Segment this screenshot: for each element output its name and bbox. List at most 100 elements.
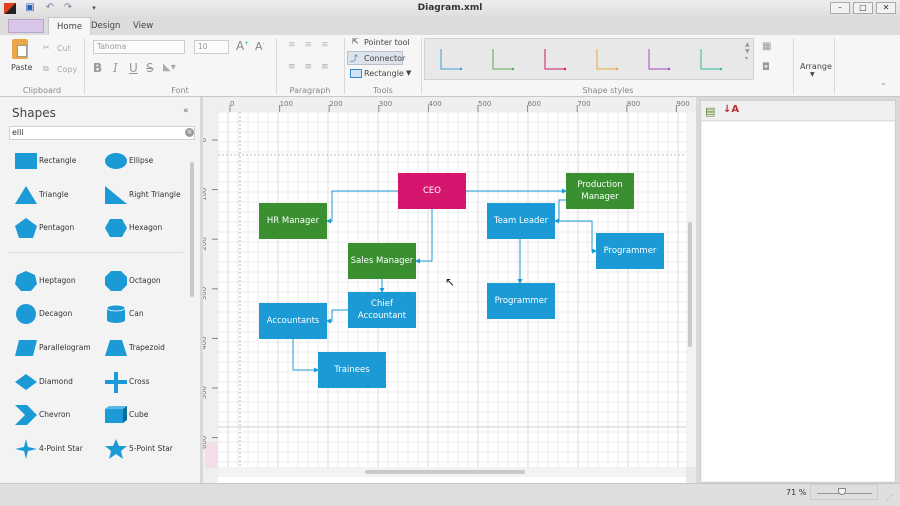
customize-dropdown-icon[interactable]: ▾ — [88, 2, 100, 14]
node-chief[interactable]: Chief Accountant — [348, 292, 416, 328]
node-prog1[interactable]: Programmer — [596, 233, 664, 269]
zoom-level: 71 % — [786, 488, 807, 497]
underline-button[interactable]: U — [129, 61, 138, 75]
clear-search-icon[interactable]: × — [185, 128, 194, 137]
arrange-button[interactable]: Arrange — [800, 62, 832, 71]
vertical-align-icons[interactable]: ≡≡≡ — [288, 40, 338, 50]
collapse-panel-icon[interactable]: « — [183, 106, 189, 116]
tab-design[interactable]: Design — [83, 17, 128, 35]
strikethrough-button[interactable]: S — [146, 61, 154, 75]
node-hr[interactable]: HR Manager — [259, 203, 327, 239]
shape-item-triangle[interactable]: Triangle — [12, 184, 100, 206]
shape-item-ellipse[interactable]: Ellipse — [102, 150, 190, 172]
shape-item-star4[interactable]: 4-Point Star — [12, 438, 100, 460]
shape-item-hexagon[interactable]: Hexagon — [102, 217, 190, 239]
shape-item-parallelogram[interactable]: Parallelogram — [12, 337, 100, 359]
shape-item-decagon[interactable]: Decagon — [12, 303, 100, 325]
shape-style-option[interactable] — [440, 49, 461, 70]
node-prog2[interactable]: Programmer — [487, 283, 555, 319]
zoom-slider[interactable] — [810, 484, 878, 500]
gallery-scroll-icons[interactable]: ▲ ▼ ▾ — [745, 41, 750, 62]
shape-item-heptagon[interactable]: Heptagon — [12, 270, 100, 292]
maximize-button[interactable]: □ — [853, 2, 873, 14]
grow-font-icon[interactable]: A+ — [236, 39, 249, 53]
font-size-select[interactable]: 10 — [194, 40, 229, 54]
shape-style-option[interactable] — [492, 49, 513, 70]
shape-item-label: Can — [129, 309, 144, 319]
cross-icon — [105, 371, 127, 393]
shape-item-trapezoid[interactable]: Trapezoid — [102, 337, 190, 359]
horizontal-align-icons[interactable]: ≡≡≡ — [288, 62, 338, 72]
diagram-canvas[interactable]: 0 100 200 300 400 500 600 700 800 900 0 100 200 300 40… — [203, 97, 696, 483]
tab-view[interactable]: View — [125, 17, 161, 35]
shape-item-octagon[interactable]: Octagon — [102, 270, 190, 292]
categorized-view-icon[interactable]: ▤ — [705, 105, 715, 118]
cut-button[interactable]: Cut — [57, 44, 71, 53]
shape-item-pentagon[interactable]: Pentagon — [12, 217, 100, 239]
sort-alphabetical-icon[interactable]: ↓A — [723, 104, 739, 115]
shape-style-option[interactable] — [596, 49, 617, 70]
paste-icon[interactable] — [12, 39, 28, 59]
undo-icon[interactable]: ↶ — [44, 2, 56, 14]
copy-icon: ⧉ — [43, 64, 49, 73]
shape-item-label: 4-Point Star — [39, 443, 83, 453]
font-color-icon[interactable]: ◣▾ — [163, 62, 176, 73]
paste-button[interactable]: Paste — [11, 63, 33, 72]
connector-line[interactable] — [555, 220, 597, 254]
arrange-dropdown-icon[interactable]: ▼ — [810, 71, 815, 78]
resize-grip-icon[interactable]: ⋰ — [886, 494, 893, 502]
pentagon-icon — [15, 218, 37, 239]
collapse-ribbon-icon[interactable]: ⌃ — [880, 82, 887, 91]
close-button[interactable]: ✕ — [876, 2, 896, 14]
shape-item-chevron[interactable]: Chevron — [12, 404, 100, 426]
ruler-tick-label: 200 — [203, 237, 208, 250]
node-team[interactable]: Team Leader — [487, 203, 555, 239]
shape-item-can[interactable]: Can — [102, 303, 190, 325]
shape-item-diamond[interactable]: Diamond — [12, 371, 100, 393]
bold-button[interactable]: B — [93, 61, 102, 75]
heptagon-icon — [15, 270, 37, 291]
ruler-tick-label: 200 — [329, 100, 342, 108]
cut-icon: ✂ — [43, 43, 50, 52]
ruler-tick-label: 400 — [203, 336, 208, 349]
node-train[interactable]: Trainees — [318, 352, 386, 388]
shape-style-option[interactable] — [648, 49, 669, 70]
shape-item-star5[interactable]: 5-Point Star — [102, 438, 190, 460]
rectangle-tool-button[interactable]: Rectangle — [364, 69, 404, 78]
minimize-button[interactable]: – — [830, 2, 850, 14]
tools-group-label: Tools — [373, 86, 393, 95]
node-ceo[interactable]: CEO — [398, 173, 466, 209]
shape-style-option[interactable] — [544, 49, 565, 70]
shape-item-cross[interactable]: Cross — [102, 371, 190, 393]
shape-options-icon[interactable]: ◘ — [762, 62, 770, 73]
shape-item-rectangle[interactable]: Rectangle — [12, 150, 100, 172]
shape-styles-gallery[interactable]: ▲ ▼ ▾ — [424, 38, 754, 80]
pointer-tool-button[interactable]: Pointer tool — [364, 38, 410, 47]
italic-button[interactable]: I — [113, 61, 118, 75]
ruler-tick-label: 600 — [203, 436, 208, 449]
shapes-search-input[interactable]: elli — [9, 126, 195, 140]
clipboard-group-label: Clipboard — [22, 86, 62, 95]
can-icon — [106, 305, 126, 324]
node-prod[interactable]: Production Manager — [566, 173, 634, 209]
shape-style-option[interactable] — [700, 49, 721, 70]
ruler-tick-label: 600 — [528, 100, 541, 108]
shrink-font-icon[interactable]: A- — [255, 40, 265, 53]
grid-layout-icon[interactable]: ▦ — [762, 41, 771, 52]
connector-line[interactable] — [554, 199, 566, 224]
node-sales[interactable]: Sales Manager — [348, 243, 416, 279]
shape-item-cube[interactable]: Cube — [102, 404, 190, 426]
hexagon-icon — [105, 219, 127, 238]
connector-line[interactable] — [292, 339, 319, 373]
redo-icon[interactable]: ↷ — [62, 2, 74, 14]
shape-item-right-triangle[interactable]: Right Triangle — [102, 184, 190, 206]
font-family-select[interactable]: Tahoma — [93, 40, 185, 54]
rectangle-dropdown-icon[interactable]: ▼ — [406, 69, 411, 77]
copy-button[interactable]: Copy — [57, 65, 77, 74]
shapes-scrollbar[interactable] — [189, 150, 195, 480]
connector-label: Connector — [364, 54, 406, 63]
save-icon[interactable]: ▣ — [24, 2, 36, 14]
node-acc[interactable]: Accountants — [259, 303, 327, 339]
connector-tool-button[interactable]: ⤴ Connector — [347, 51, 406, 65]
file-menu-button[interactable] — [8, 19, 44, 33]
